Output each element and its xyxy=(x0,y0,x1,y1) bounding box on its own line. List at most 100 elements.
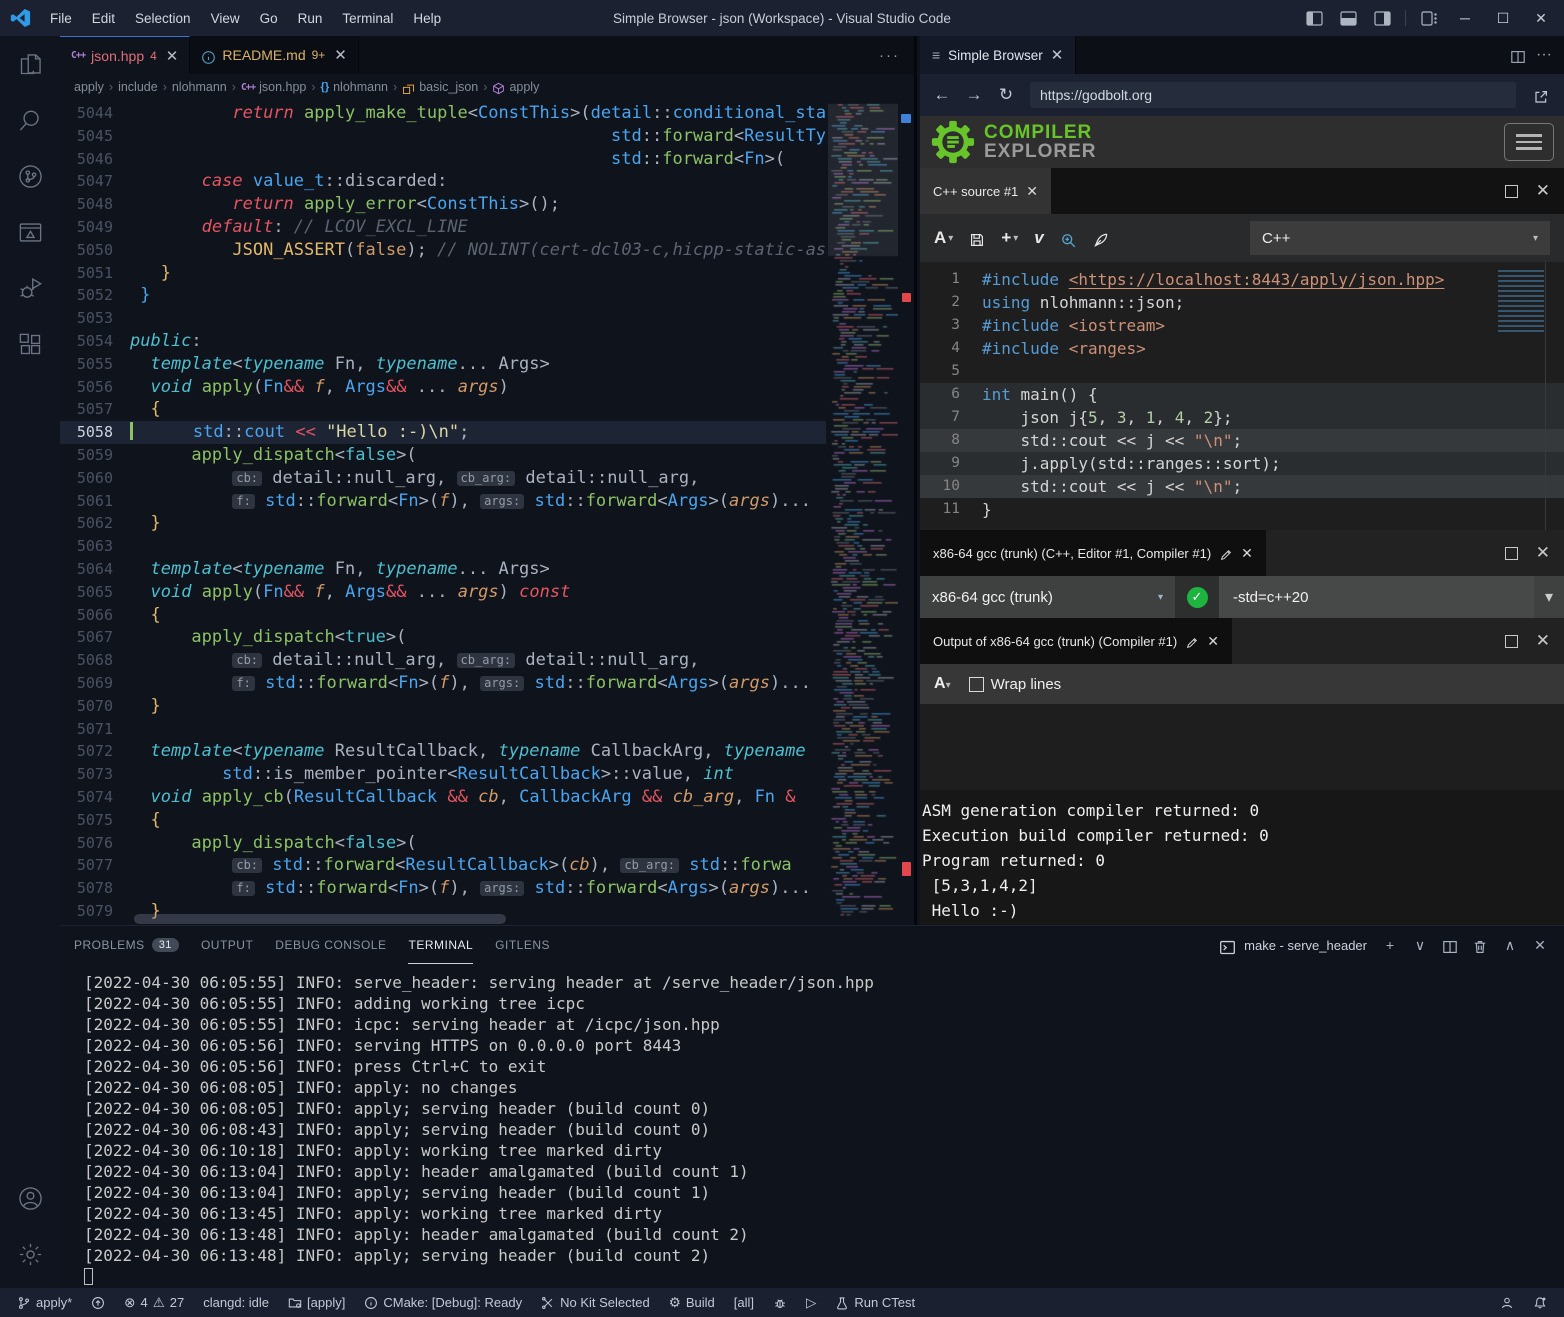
tab-close-icon[interactable]: ✕ xyxy=(1051,46,1064,64)
close-button[interactable]: ✕ xyxy=(1524,4,1558,32)
breadcrumb-apply[interactable]: apply xyxy=(74,80,104,94)
menu-selection[interactable]: Selection xyxy=(126,7,200,30)
status-clangd[interactable]: clangd: idle xyxy=(196,1292,276,1314)
save-icon[interactable] xyxy=(969,230,985,246)
zoom-icon[interactable] xyxy=(1060,230,1077,247)
rename-icon[interactable] xyxy=(1219,548,1233,562)
breadcrumb-basic_json[interactable]: basic_json xyxy=(402,80,478,94)
minimap[interactable] xyxy=(828,100,898,920)
add-pane-icon[interactable]: +▾ xyxy=(1001,228,1018,248)
close-icon[interactable]: ✕ xyxy=(1207,633,1219,650)
tab-close-icon[interactable]: ✕ xyxy=(166,47,179,65)
panel-tab-output[interactable]: OUTPUT xyxy=(201,926,253,964)
status-debug[interactable] xyxy=(766,1292,794,1314)
font-size-icon[interactable]: A▾ xyxy=(934,228,953,248)
status-notifications[interactable] xyxy=(1526,1292,1554,1314)
breadcrumb-apply[interactable]: apply xyxy=(492,80,539,94)
activity-source-control[interactable] xyxy=(0,148,60,204)
forward-icon[interactable]: → xyxy=(960,81,988,109)
horizontal-scrollbar[interactable] xyxy=(134,914,506,924)
ce-source-editor[interactable]: 1#include <https://localhost:8443/apply/… xyxy=(920,262,1564,530)
status-publish[interactable] xyxy=(84,1292,112,1314)
wrap-lines-checkbox[interactable]: Wrap lines xyxy=(969,676,1062,693)
open-external-icon[interactable] xyxy=(1526,81,1556,109)
status-cmake-status[interactable]: CMake: [Debug]: Ready xyxy=(357,1292,529,1314)
url-input[interactable]: https://godbolt.org xyxy=(1030,82,1516,108)
status-branch[interactable]: apply* xyxy=(10,1292,79,1314)
kill-terminal-button[interactable] xyxy=(1470,934,1490,956)
toggle-sidebar-icon[interactable] xyxy=(1299,5,1329,31)
new-terminal-button[interactable]: + xyxy=(1380,934,1400,956)
maximize-pane-icon[interactable] xyxy=(1505,547,1518,560)
panel-tab-terminal[interactable]: TERMINAL xyxy=(408,926,473,964)
language-select[interactable]: C++ ▾ xyxy=(1250,221,1550,255)
activity-accounts[interactable] xyxy=(0,1170,60,1226)
toggle-secondary-sidebar-icon[interactable] xyxy=(1367,5,1397,31)
menu-edit[interactable]: Edit xyxy=(83,7,124,30)
compiler-select[interactable]: x86-64 gcc (trunk) ▾ xyxy=(920,576,1175,618)
status-cmake-project[interactable]: [apply] xyxy=(281,1292,352,1314)
customize-layout-icon[interactable] xyxy=(1414,5,1444,31)
status-kit[interactable]: No Kit Selected xyxy=(534,1292,657,1314)
code-editor[interactable]: 5044 return apply_make_tuple<ConstThis>(… xyxy=(60,100,914,925)
status-build[interactable]: ⚙Build xyxy=(662,1292,722,1314)
more-actions-icon[interactable]: ··· xyxy=(1536,46,1552,64)
breadcrumb-include[interactable]: include xyxy=(118,80,158,94)
tab-readme.md[interactable]: README.md9+✕ xyxy=(190,36,359,74)
ce-menu-icon[interactable] xyxy=(1504,123,1554,161)
maximize-pane-icon[interactable] xyxy=(1505,185,1518,198)
breadcrumb-json.hpp[interactable]: C++json.hpp xyxy=(241,80,306,94)
minimize-button[interactable]: ─ xyxy=(1448,4,1482,32)
maximize-button[interactable]: ☐ xyxy=(1486,4,1520,32)
options-dropdown-icon[interactable]: ▾ xyxy=(1534,576,1564,618)
menu-file[interactable]: File xyxy=(41,7,81,30)
status-launch[interactable]: ▷ xyxy=(799,1292,823,1314)
compiler-options-input[interactable]: -std=c++20 xyxy=(1219,576,1534,618)
menu-terminal[interactable]: Terminal xyxy=(333,7,402,30)
back-icon[interactable]: ← xyxy=(928,81,956,109)
tab-simple-browser[interactable]: ≡ Simple Browser ✕ xyxy=(920,36,1076,74)
toggle-panel-icon[interactable] xyxy=(1333,5,1363,31)
ce-source-tab[interactable]: C++ source #1 ✕ xyxy=(920,168,1051,214)
activity-settings[interactable] xyxy=(0,1226,60,1282)
close-pane-icon[interactable]: ✕ xyxy=(1536,543,1550,563)
terminal-selector[interactable]: make - serve_header xyxy=(1219,937,1367,954)
split-terminal-button[interactable] xyxy=(1440,934,1460,956)
activity-explorer[interactable] xyxy=(0,36,60,92)
reload-icon[interactable]: ↻ xyxy=(992,81,1020,109)
activity-run-and-debug[interactable] xyxy=(0,260,60,316)
status-problems[interactable]: ⊗4⚠27 xyxy=(117,1292,191,1314)
close-panel-button[interactable]: ✕ xyxy=(1530,934,1550,956)
close-pane-icon[interactable]: ✕ xyxy=(1536,181,1550,201)
breadcrumb-nlohmann[interactable]: nlohmann xyxy=(172,80,227,94)
terminal-dropdown-button[interactable]: ∨ xyxy=(1410,934,1430,956)
editor-more-actions-icon[interactable]: ··· xyxy=(865,36,914,74)
rename-icon[interactable] xyxy=(1185,636,1199,650)
close-icon[interactable]: ✕ xyxy=(1241,545,1253,562)
menu-view[interactable]: View xyxy=(202,7,249,30)
maximize-pane-icon[interactable] xyxy=(1505,635,1518,648)
terminal-content[interactable]: [2022-04-30 06:05:55] INFO: serve_header… xyxy=(60,964,1564,1287)
tab-json.hpp[interactable]: C++json.hpp4✕ xyxy=(60,36,190,74)
split-editor-icon[interactable] xyxy=(1510,49,1526,65)
panel-tab-gitlens[interactable]: GITLENS xyxy=(495,926,550,964)
ce-output-tab[interactable]: Output of x86-64 gcc (trunk) (Compiler #… xyxy=(920,618,1232,664)
activity-extensions[interactable] xyxy=(0,316,60,372)
activity-search[interactable] xyxy=(0,92,60,148)
activity-live-preview[interactable] xyxy=(0,204,60,260)
close-icon[interactable]: ✕ xyxy=(1026,183,1038,200)
maximize-panel-button[interactable]: ∧ xyxy=(1500,934,1520,956)
tab-close-icon[interactable]: ✕ xyxy=(334,46,347,64)
ce-compiler-tab[interactable]: x86-64 gcc (trunk) (C++, Editor #1, Comp… xyxy=(920,530,1266,576)
status-build-target[interactable]: [all] xyxy=(727,1292,761,1314)
panel-tab-problems[interactable]: PROBLEMS31 xyxy=(74,926,179,964)
font-size-icon[interactable]: A▾ xyxy=(934,675,951,693)
menu-run[interactable]: Run xyxy=(289,7,332,30)
panel-tab-debug-console[interactable]: DEBUG CONSOLE xyxy=(275,926,386,964)
vim-mode-icon[interactable]: v xyxy=(1034,228,1043,248)
menu-go[interactable]: Go xyxy=(251,7,287,30)
quill-icon[interactable] xyxy=(1093,230,1109,246)
close-pane-icon[interactable]: ✕ xyxy=(1536,631,1550,651)
status-feedback[interactable] xyxy=(1493,1292,1521,1314)
menu-help[interactable]: Help xyxy=(404,7,450,30)
